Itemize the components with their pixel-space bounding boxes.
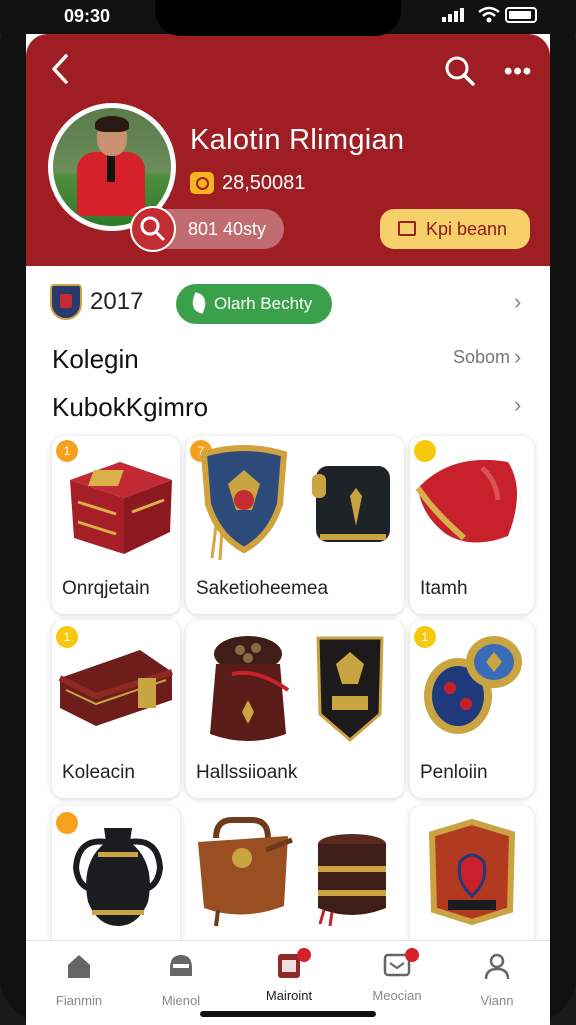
tab-label: Fianmin <box>55 993 103 1008</box>
shop-button-label: Kpi beann <box>426 219 508 239</box>
notch <box>155 0 401 36</box>
emblem-shield-icon <box>316 636 384 742</box>
bag-icon <box>398 221 416 236</box>
club-action-label: Olarh Bechty <box>214 294 313 313</box>
wifi-icon <box>478 6 500 23</box>
notification-badge <box>405 948 419 962</box>
item-card[interactable]: 1 Koleacin <box>52 620 180 798</box>
red-helmet-icon <box>415 459 517 543</box>
item-label: Hallssiioank <box>196 762 298 783</box>
item-card[interactable] <box>186 806 404 956</box>
stats-pill-label: 801 40sty <box>188 219 267 239</box>
tab-home[interactable]: Fianmin <box>34 952 124 1008</box>
more-options-icon[interactable]: ••• <box>504 58 532 86</box>
leather-satchel-icon <box>198 817 293 927</box>
tab-helmet[interactable]: Mienol <box>136 952 226 1008</box>
collection-icon <box>275 948 311 980</box>
section-subtitle: KubokKgimro <box>52 392 209 422</box>
item-card[interactable]: Itamh <box>410 436 534 614</box>
status-time: 09:30 <box>64 6 111 26</box>
club-crest-icon <box>50 284 82 320</box>
notification-badge <box>297 948 311 962</box>
tab-collection[interactable]: Mairoint <box>244 948 334 1003</box>
item-label: Itamh <box>420 578 468 599</box>
item-label: Saketioheemea <box>196 578 329 599</box>
red-chest-icon <box>70 462 172 554</box>
battery-icon <box>505 7 537 23</box>
tab-chat[interactable]: Meocian <box>352 948 442 1003</box>
coin-icon <box>190 172 214 194</box>
item-label: Onrqjetain <box>62 578 150 599</box>
home-indicator[interactable] <box>200 1011 376 1017</box>
item-card[interactable] <box>410 806 534 956</box>
magnifier-badge-icon <box>130 206 176 252</box>
see-all-link[interactable]: Sobom <box>453 347 510 368</box>
tab-profile[interactable]: Viann <box>452 952 542 1008</box>
signal-icon <box>442 8 464 22</box>
section-title: Kolegin <box>52 344 139 374</box>
tab-label: Viann <box>480 993 514 1008</box>
drawstring-bag-icon <box>210 636 290 741</box>
chevron-right-icon[interactable]: › <box>514 392 521 418</box>
item-card[interactable]: Hallssiioank <box>186 620 404 798</box>
amphora-icon <box>72 828 164 926</box>
chevron-right-icon[interactable]: › <box>514 344 521 370</box>
chevron-right-icon[interactable]: › <box>514 289 521 315</box>
profile-name: Kalotin Rlimgian <box>190 124 405 156</box>
item-label: Penloiin <box>420 762 488 783</box>
search-icon[interactable] <box>444 55 476 87</box>
back-icon[interactable] <box>48 52 72 86</box>
bracer-icon <box>318 834 386 926</box>
coin-balance: 28,50081 <box>222 172 306 194</box>
medal-badges-icon <box>424 636 522 734</box>
item-card[interactable] <box>52 806 180 956</box>
profile-icon <box>484 953 510 980</box>
shield-icon <box>200 445 288 561</box>
item-card[interactable]: 1 Penloiin <box>410 620 534 798</box>
crest-plaque-icon <box>428 818 516 926</box>
tab-label: Mairoint <box>265 988 313 1003</box>
wallet-icon <box>58 650 173 726</box>
item-label: Koleacin <box>62 762 135 783</box>
home-icon <box>68 955 90 978</box>
black-pouch-icon <box>312 466 390 542</box>
club-year: 2017 <box>90 288 144 315</box>
chat-icon <box>383 948 419 980</box>
item-card[interactable]: 1 Onrqjetain <box>52 436 180 614</box>
helmet-icon <box>170 955 192 976</box>
tab-label: Meocian <box>372 988 422 1003</box>
tab-label: Mienol <box>161 993 201 1008</box>
item-card[interactable]: 7 Saketioheemea <box>186 436 404 614</box>
